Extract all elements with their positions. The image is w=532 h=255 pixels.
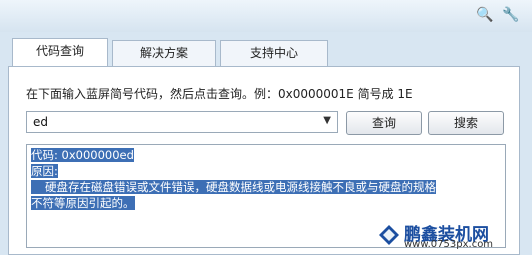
search-icon[interactable]: 🔍	[476, 6, 494, 24]
search-button[interactable]: 搜索	[428, 111, 504, 135]
query-button[interactable]: 查询	[346, 111, 422, 135]
result-reason-text-cont: 不符等原因引起的。	[31, 196, 135, 210]
tab-support-center[interactable]: 支持中心	[220, 40, 328, 66]
code-input-combobox[interactable]: ed ▼	[26, 111, 338, 133]
chevron-down-icon[interactable]: ▼	[323, 115, 331, 126]
watermark-logo-icon	[379, 225, 399, 245]
instruction-text: 在下面输入蓝屏简号代码，然后点击查询。例：0x0000001E 简号成 1E	[26, 87, 413, 101]
watermark-url: www.0753px.com	[404, 239, 494, 250]
app-window: 🔍 🔧 代码查询 解决方案 支持中心 在下面输入蓝屏简号代码，然后点击查询。例：…	[0, 0, 532, 255]
wrench-icon[interactable]: 🔧	[502, 6, 520, 24]
title-bar: 🔍 🔧	[0, 0, 532, 32]
result-code-line: 代码: 0x000000ed	[31, 148, 134, 162]
result-reason-label: 原因:	[31, 164, 58, 178]
tab-code-query[interactable]: 代码查询	[12, 38, 108, 68]
tab-solutions[interactable]: 解决方案	[112, 40, 216, 66]
result-reason-text: 硬盘存在磁盘错误或文件错误，硬盘数据线或电源线接触不良或与硬盘的规格	[31, 180, 436, 194]
code-input-value: ed	[33, 115, 48, 129]
